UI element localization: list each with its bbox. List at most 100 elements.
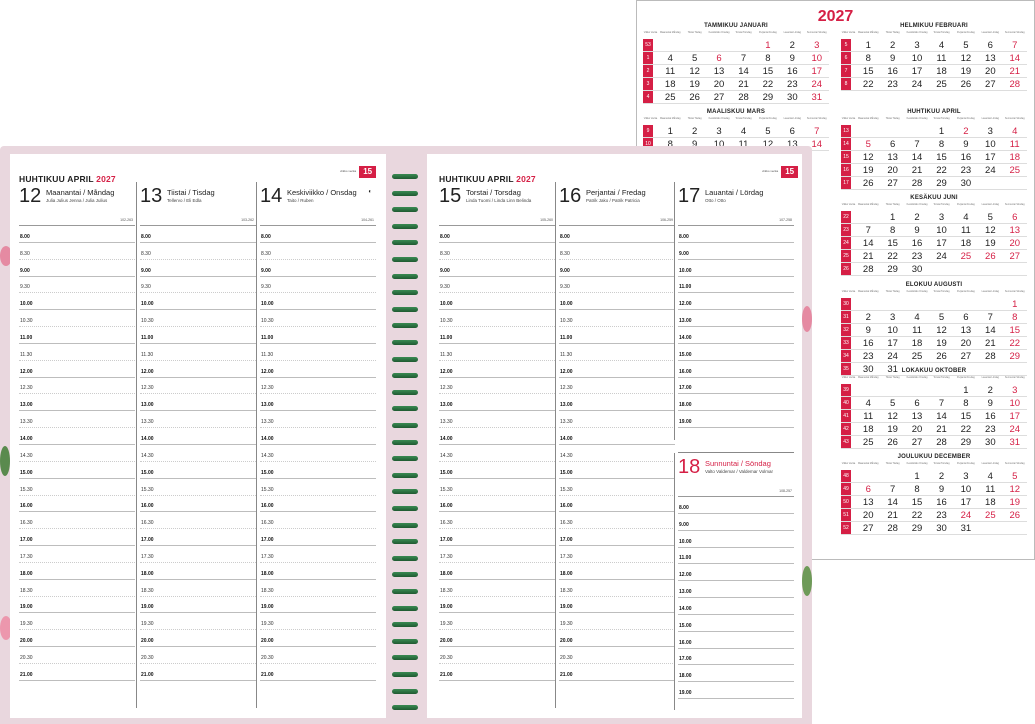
time-slot[interactable]: 16.30 xyxy=(19,512,135,530)
time-slot[interactable]: 17.30 xyxy=(559,546,675,563)
time-slot[interactable]: 11.00 xyxy=(140,327,256,344)
time-slot[interactable]: 13.30 xyxy=(559,411,675,429)
time-slot[interactable]: 10.30 xyxy=(19,310,135,328)
time-slot[interactable]: 19.00 xyxy=(19,597,135,614)
time-slot[interactable]: 17.30 xyxy=(19,546,135,563)
time-slot[interactable]: 11.30 xyxy=(559,344,675,361)
time-slot[interactable]: 11.00 xyxy=(439,327,555,344)
time-slot[interactable]: 20.30 xyxy=(559,647,675,664)
time-slot[interactable]: 11.30 xyxy=(19,344,135,361)
time-slot[interactable]: 14.30 xyxy=(19,445,135,462)
time-slot[interactable]: 8.30 xyxy=(260,243,376,260)
time-slot[interactable]: 17.30 xyxy=(439,546,555,563)
time-slot[interactable]: 14.00 xyxy=(19,428,135,445)
time-slot[interactable]: 12.00 xyxy=(678,293,794,311)
time-slot[interactable]: 14.00 xyxy=(439,428,555,445)
time-slot[interactable]: 18.30 xyxy=(140,580,256,597)
time-slot[interactable]: 18.00 xyxy=(678,394,794,412)
time-slot[interactable]: 19.30 xyxy=(260,613,376,631)
time-slot[interactable]: 9.00 xyxy=(260,260,376,277)
time-slot[interactable]: 14.00 xyxy=(678,598,794,615)
time-slot[interactable]: 8.00 xyxy=(140,226,256,243)
time-slot[interactable]: 8.00 xyxy=(559,226,675,243)
time-slot[interactable]: 16.00 xyxy=(678,632,794,649)
time-slot[interactable]: 11.00 xyxy=(678,277,794,294)
time-slot[interactable]: 10.00 xyxy=(140,293,256,311)
time-slot[interactable]: 9.00 xyxy=(140,260,256,277)
time-slot[interactable]: 18.00 xyxy=(260,563,376,580)
time-slot[interactable]: 16.30 xyxy=(559,512,675,530)
time-slot[interactable]: 12.30 xyxy=(439,378,555,395)
time-slot[interactable]: 12.00 xyxy=(559,361,675,378)
time-slot[interactable]: 13.00 xyxy=(559,394,675,412)
time-slot[interactable]: 18.30 xyxy=(19,580,135,597)
time-slot[interactable]: 8.00 xyxy=(678,497,794,514)
time-slot[interactable]: 15.00 xyxy=(439,462,555,479)
time-slot[interactable]: 16.00 xyxy=(439,496,555,513)
time-slot[interactable]: 9.30 xyxy=(140,277,256,294)
time-slot[interactable]: 21.00 xyxy=(439,664,555,681)
time-slot[interactable]: 15.00 xyxy=(678,615,794,632)
time-slot[interactable]: 14.30 xyxy=(140,445,256,462)
time-slot[interactable]: 16.30 xyxy=(439,512,555,530)
time-slot[interactable]: 20.00 xyxy=(559,630,675,648)
time-slot[interactable]: 16.00 xyxy=(678,361,794,378)
time-slot[interactable]: 14.30 xyxy=(559,445,675,462)
time-slot[interactable]: 18.30 xyxy=(559,580,675,597)
time-slot[interactable]: 19.00 xyxy=(678,411,794,429)
time-slot[interactable]: 16.30 xyxy=(140,512,256,530)
time-slot[interactable]: 21.00 xyxy=(19,664,135,681)
time-slot[interactable]: 15.00 xyxy=(19,462,135,479)
time-slot[interactable]: 15.30 xyxy=(260,479,376,496)
time-slot[interactable]: 15.30 xyxy=(140,479,256,496)
time-slot[interactable]: 11.00 xyxy=(559,327,675,344)
time-slot[interactable]: 12.00 xyxy=(260,361,376,378)
time-slot[interactable]: 17.00 xyxy=(19,529,135,547)
time-slot[interactable]: 19.00 xyxy=(678,682,794,700)
time-slot[interactable]: 21.00 xyxy=(260,664,376,681)
time-slot[interactable]: 18.00 xyxy=(678,665,794,683)
time-slot[interactable]: 13.00 xyxy=(19,394,135,412)
time-slot[interactable]: 13.00 xyxy=(678,581,794,599)
time-slot[interactable]: 13.00 xyxy=(140,394,256,412)
time-slot[interactable]: 18.00 xyxy=(439,563,555,580)
time-slot[interactable]: 8.30 xyxy=(19,243,135,260)
time-slot[interactable]: 8.00 xyxy=(19,226,135,243)
time-slot[interactable]: 8.00 xyxy=(260,226,376,243)
time-slot[interactable]: 14.30 xyxy=(260,445,376,462)
time-slot[interactable]: 10.30 xyxy=(140,310,256,328)
time-slot[interactable]: 20.00 xyxy=(19,630,135,648)
time-slot[interactable]: 20.30 xyxy=(19,647,135,664)
time-slot[interactable]: 11.00 xyxy=(260,327,376,344)
time-slot[interactable]: 13.00 xyxy=(678,310,794,328)
time-slot[interactable]: 16.00 xyxy=(19,496,135,513)
time-slot[interactable]: 14.00 xyxy=(678,327,794,344)
time-slot[interactable]: 20.00 xyxy=(439,630,555,648)
time-slot[interactable]: 19.30 xyxy=(559,613,675,631)
time-slot[interactable]: 13.00 xyxy=(439,394,555,412)
time-slot[interactable]: 8.30 xyxy=(140,243,256,260)
time-slot[interactable]: 14.00 xyxy=(559,428,675,445)
time-slot[interactable]: 10.00 xyxy=(19,293,135,311)
time-slot[interactable]: 8.30 xyxy=(559,243,675,260)
time-slot[interactable]: 15.00 xyxy=(678,344,794,361)
time-slot[interactable]: 10.00 xyxy=(678,531,794,548)
time-slot[interactable]: 13.30 xyxy=(19,411,135,429)
time-slot[interactable]: 20.30 xyxy=(439,647,555,664)
time-slot[interactable]: 15.30 xyxy=(439,479,555,496)
time-slot[interactable]: 16.00 xyxy=(559,496,675,513)
time-slot[interactable]: 8.00 xyxy=(678,226,794,243)
time-slot[interactable]: 20.30 xyxy=(260,647,376,664)
time-slot[interactable]: 18.00 xyxy=(559,563,675,580)
time-slot[interactable]: 19.00 xyxy=(559,597,675,614)
time-slot[interactable]: 20.30 xyxy=(140,647,256,664)
time-slot[interactable]: 15.00 xyxy=(260,462,376,479)
time-slot[interactable]: 9.30 xyxy=(439,277,555,294)
time-slot[interactable]: 16.00 xyxy=(260,496,376,513)
time-slot[interactable]: 8.30 xyxy=(439,243,555,260)
time-slot[interactable]: 9.30 xyxy=(19,277,135,294)
time-slot[interactable]: 20.00 xyxy=(140,630,256,648)
time-slot[interactable]: 18.30 xyxy=(439,580,555,597)
time-slot[interactable]: 9.00 xyxy=(19,260,135,277)
time-slot[interactable]: 8.00 xyxy=(439,226,555,243)
